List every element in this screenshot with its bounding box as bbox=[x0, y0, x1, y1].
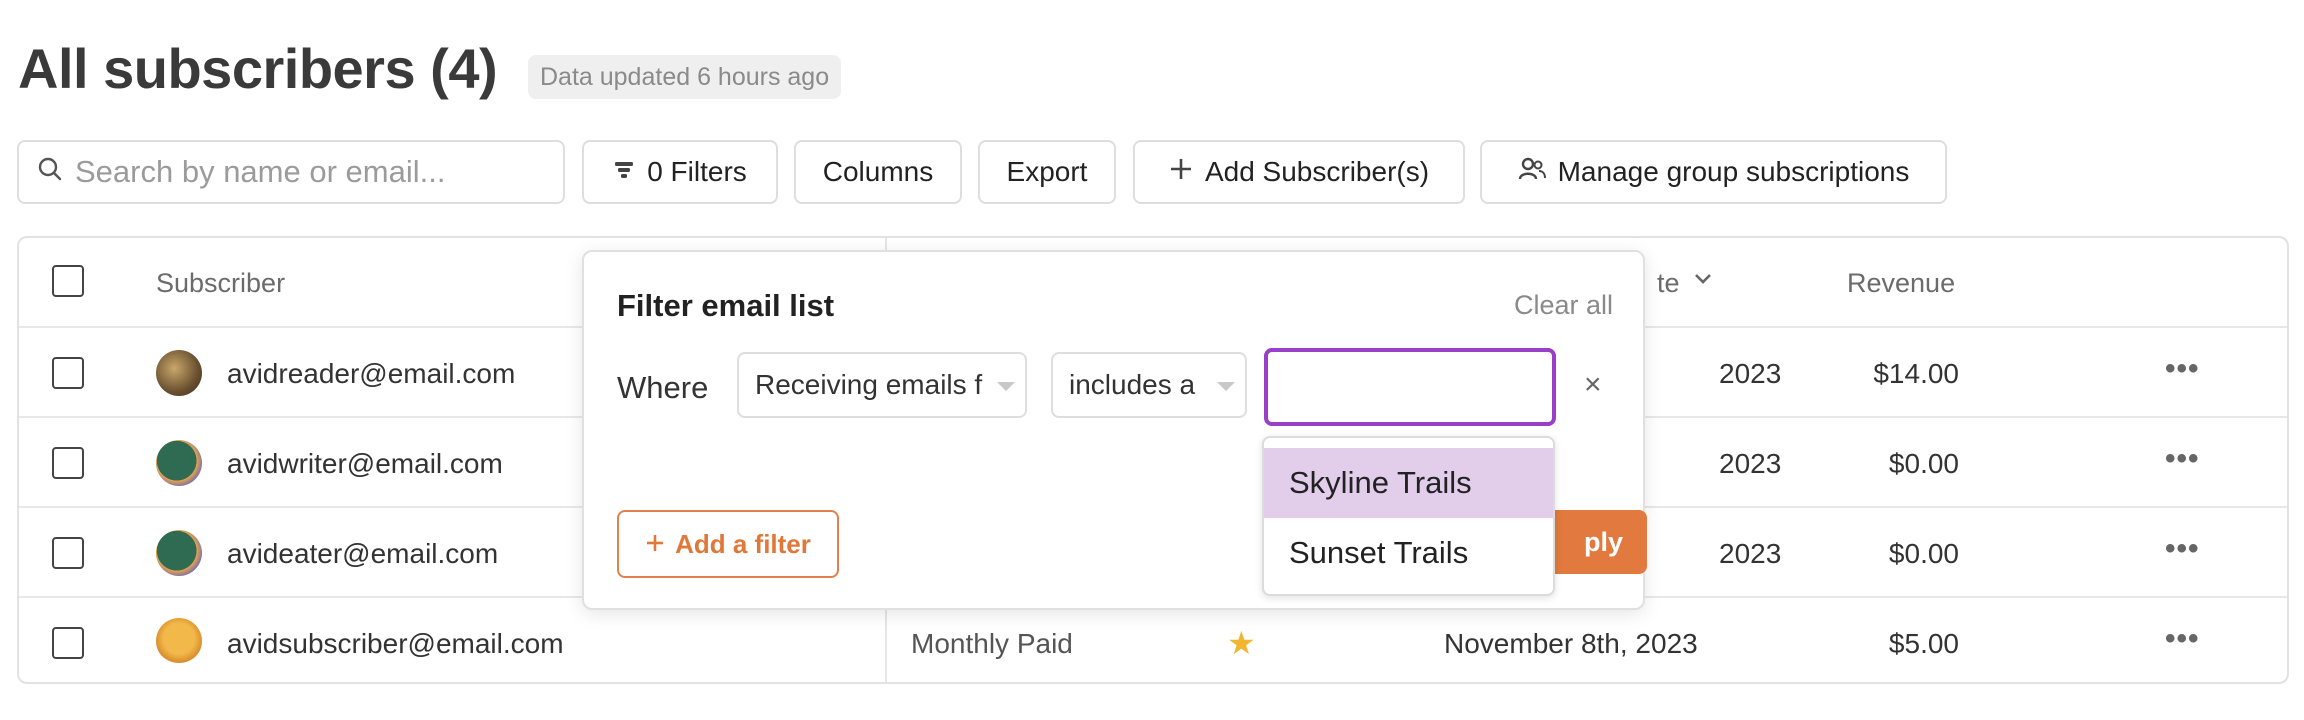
more-options-icon[interactable]: ••• bbox=[2165, 622, 2200, 656]
more-options-icon[interactable]: ••• bbox=[2165, 442, 2200, 476]
filter-field-select[interactable]: Receiving emails f bbox=[737, 352, 1027, 418]
more-options-icon[interactable]: ••• bbox=[2165, 532, 2200, 566]
subscription-type: Monthly Paid bbox=[911, 628, 1073, 659]
subscriber-email[interactable]: avidreader@email.com bbox=[227, 358, 515, 390]
search-input[interactable]: Search by name or email... bbox=[17, 140, 565, 204]
row-checkbox[interactable] bbox=[52, 357, 84, 389]
page-title: All subscribers (4) bbox=[18, 37, 498, 100]
select-all-checkbox[interactable] bbox=[52, 265, 84, 297]
add-filter-button[interactable]: Add a filter bbox=[617, 510, 839, 578]
add-subscribers-button[interactable]: Add Subscriber(s) bbox=[1133, 140, 1465, 204]
search-icon bbox=[37, 156, 63, 189]
where-label: Where bbox=[617, 370, 709, 405]
star-icon: ★ bbox=[1227, 625, 1256, 661]
filter-field-value: Receiving emails f bbox=[755, 369, 983, 400]
row-revenue: $5.00 bbox=[1888, 628, 1959, 659]
manage-groups-label: Manage group subscriptions bbox=[1557, 156, 1910, 187]
dropdown-option[interactable]: Sunset Trails bbox=[1264, 518, 1553, 588]
columns-button[interactable]: Columns bbox=[794, 140, 962, 204]
avatar bbox=[156, 350, 202, 396]
filters-label: 0 Filters bbox=[647, 156, 747, 187]
header-date[interactable]: te bbox=[1657, 268, 1680, 299]
export-button[interactable]: Export bbox=[978, 140, 1116, 204]
row-revenue: $0.00 bbox=[1888, 538, 1959, 569]
export-label: Export bbox=[1006, 156, 1088, 187]
columns-label: Columns bbox=[822, 156, 934, 187]
caret-down-icon bbox=[1217, 382, 1235, 391]
chevron-down-icon[interactable] bbox=[1692, 268, 1714, 295]
filter-operator-select[interactable]: includes a bbox=[1051, 352, 1247, 418]
users-icon bbox=[1518, 156, 1546, 188]
popover-title: Filter email list bbox=[617, 288, 835, 323]
manage-group-subscriptions-button[interactable]: Manage group subscriptions bbox=[1480, 140, 1947, 204]
row-revenue: $0.00 bbox=[1888, 448, 1959, 479]
caret-down-icon bbox=[997, 382, 1015, 391]
add-subscribers-label: Add Subscriber(s) bbox=[1204, 156, 1430, 187]
clear-all-link[interactable]: Clear all bbox=[1514, 290, 1613, 321]
filter-icon bbox=[613, 156, 635, 188]
header-revenue[interactable]: Revenue bbox=[1847, 268, 1955, 299]
remove-filter-icon[interactable]: × bbox=[1584, 368, 1602, 402]
filter-value-input[interactable] bbox=[1264, 348, 1556, 426]
row-checkbox[interactable] bbox=[52, 627, 84, 659]
filter-operator-value: includes a bbox=[1069, 369, 1196, 400]
search-placeholder: Search by name or email... bbox=[75, 154, 446, 189]
plus-icon bbox=[1169, 156, 1193, 188]
subscriber-email[interactable]: avidsubscriber@email.com bbox=[227, 628, 564, 660]
plus-icon bbox=[645, 529, 665, 560]
row-revenue: $14.00 bbox=[1873, 358, 1959, 389]
add-filter-label: Add a filter bbox=[675, 528, 811, 559]
updated-badge: Data updated 6 hours ago bbox=[528, 55, 842, 99]
filters-button[interactable]: 0 Filters bbox=[582, 140, 778, 204]
avatar bbox=[156, 618, 202, 664]
avatar bbox=[156, 440, 202, 486]
row-checkbox[interactable] bbox=[52, 447, 84, 479]
filter-value-dropdown: Skyline Trails Sunset Trails bbox=[1262, 436, 1555, 596]
table-row[interactable]: avidsubscriber@email.com Monthly Paid ★ … bbox=[19, 598, 2287, 682]
avatar bbox=[156, 530, 202, 576]
subscriber-email[interactable]: avidwriter@email.com bbox=[227, 448, 503, 480]
row-date: November 8th, 2023 bbox=[1444, 628, 1698, 659]
subscriber-email[interactable]: avideater@email.com bbox=[227, 538, 498, 570]
row-checkbox[interactable] bbox=[52, 537, 84, 569]
dropdown-option[interactable]: Skyline Trails bbox=[1264, 448, 1553, 518]
header-subscriber[interactable]: Subscriber bbox=[156, 268, 285, 299]
more-options-icon[interactable]: ••• bbox=[2165, 352, 2200, 386]
